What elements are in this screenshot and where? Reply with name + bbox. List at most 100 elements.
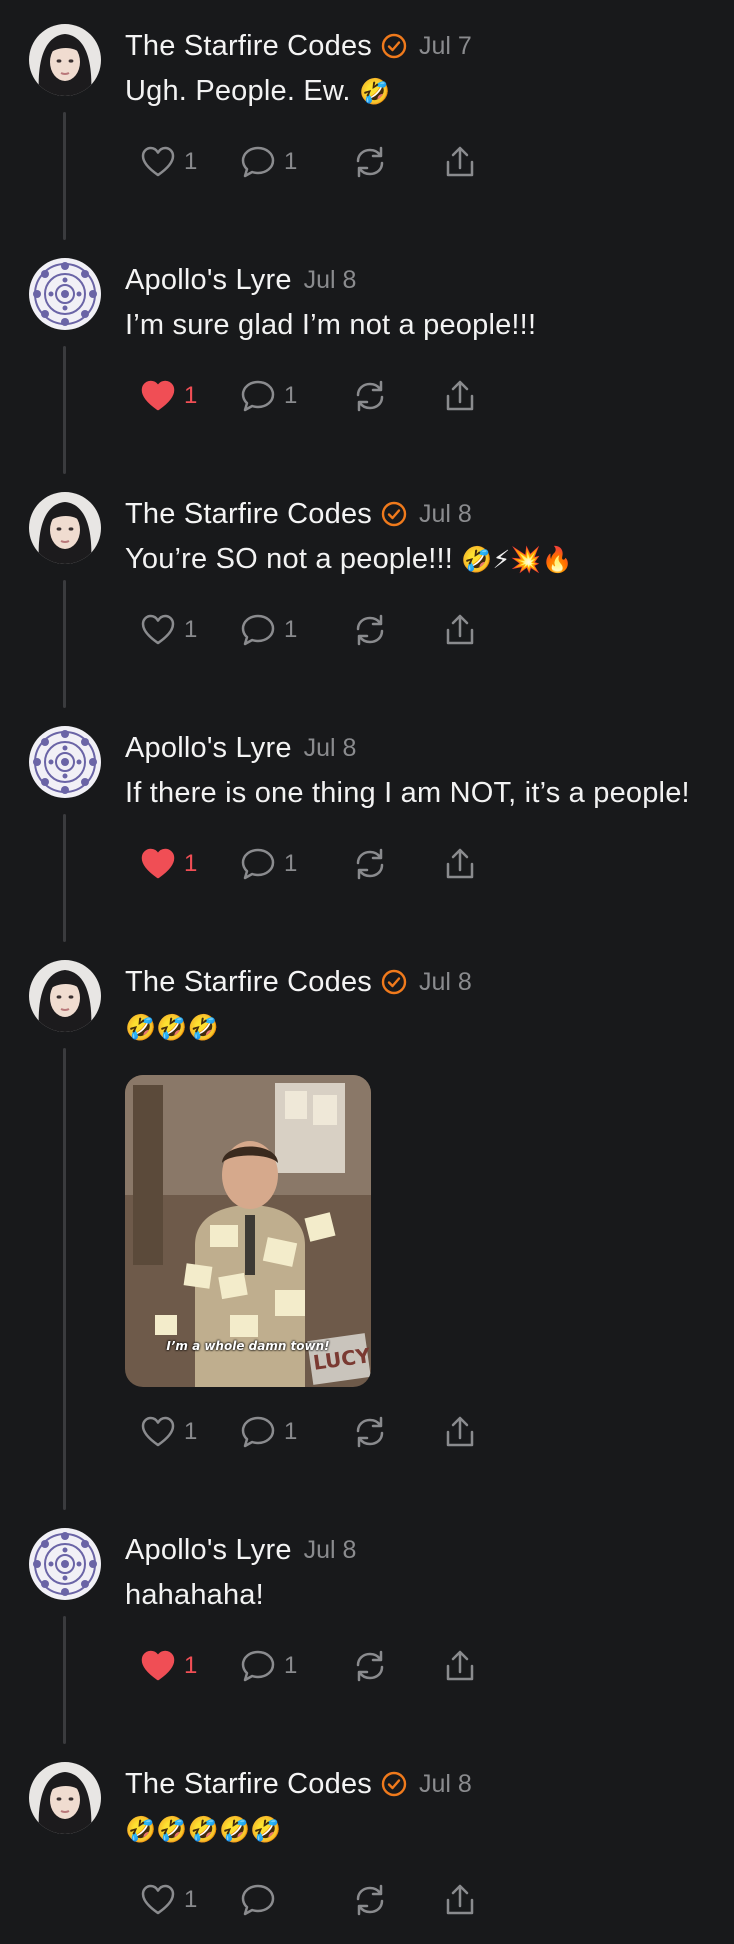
- repost-button[interactable]: [352, 1880, 442, 1920]
- repost-icon: [356, 1650, 384, 1682]
- author-name[interactable]: The Starfire Codes: [125, 498, 372, 531]
- like-count: 1: [184, 1886, 198, 1913]
- repost-icon: [356, 380, 384, 412]
- avatar[interactable]: [29, 492, 101, 564]
- avatar[interactable]: [29, 1528, 101, 1600]
- post-text-content: You’re SO not a people!!!: [125, 543, 453, 575]
- post-header: The Starfire Codes Jul 8: [125, 962, 472, 1002]
- reply-button[interactable]: 1: [240, 142, 352, 182]
- post-actions: 1 1: [140, 1646, 478, 1686]
- share-button[interactable]: [442, 142, 478, 182]
- post-date[interactable]: Jul 8: [419, 1770, 472, 1799]
- post-date[interactable]: Jul 8: [304, 734, 357, 763]
- post-date[interactable]: Jul 8: [304, 266, 357, 295]
- share-upload-icon: [446, 380, 474, 411]
- post-header: Apollo's Lyre Jul 8: [125, 1530, 356, 1570]
- like-button[interactable]: 1: [140, 610, 240, 650]
- reply-count: 1: [284, 1652, 298, 1679]
- share-button[interactable]: [442, 1412, 478, 1452]
- heart-outline-icon: [141, 1416, 175, 1447]
- repost-button[interactable]: [352, 844, 442, 884]
- heart-outline-icon: [141, 1884, 175, 1915]
- like-button[interactable]: 1: [140, 376, 240, 416]
- post-header: The Starfire Codes Jul 8: [125, 1764, 472, 1804]
- post-header: The Starfire Codes Jul 8: [125, 494, 472, 534]
- share-button[interactable]: [442, 1646, 478, 1686]
- post-text: You’re SO not a people!!! 🤣⚡💥🔥: [125, 543, 573, 576]
- post-emoji: 🤣⚡💥🔥: [461, 545, 574, 574]
- heart-filled-icon: [141, 1650, 175, 1681]
- gif-attachment[interactable]: I’m a whole damn town! LUCY: [125, 1075, 371, 1387]
- post-emoji: 🤣🤣🤣🤣🤣: [125, 1815, 282, 1844]
- like-count: 1: [184, 850, 198, 877]
- repost-button[interactable]: [352, 1412, 442, 1452]
- repost-button[interactable]: [352, 142, 442, 182]
- author-name[interactable]: Apollo's Lyre: [125, 1534, 292, 1567]
- repost-button[interactable]: [352, 610, 442, 650]
- post-text: hahahaha!: [125, 1579, 264, 1612]
- reply-button[interactable]: 1: [240, 1412, 352, 1452]
- like-button[interactable]: 1: [140, 1412, 240, 1452]
- post-date[interactable]: Jul 7: [419, 32, 472, 61]
- thread-line: [63, 814, 66, 942]
- reply-button[interactable]: 1: [240, 376, 352, 416]
- thread-line: [63, 580, 66, 708]
- repost-icon: [356, 146, 384, 178]
- like-count: 1: [184, 148, 198, 175]
- share-button[interactable]: [442, 376, 478, 416]
- reply-button[interactable]: 1: [240, 844, 352, 884]
- verified-badge-icon: [381, 969, 407, 995]
- author-name[interactable]: Apollo's Lyre: [125, 732, 292, 765]
- reply-count: 1: [284, 148, 298, 175]
- post-date[interactable]: Jul 8: [419, 500, 472, 529]
- post-actions: 1: [140, 1880, 478, 1920]
- heart-filled-icon: [141, 380, 175, 411]
- avatar[interactable]: [29, 1762, 101, 1834]
- reply-button[interactable]: 1: [240, 610, 352, 650]
- verified-badge-icon: [381, 501, 407, 527]
- reply-count: 1: [284, 382, 298, 409]
- avatar[interactable]: [29, 258, 101, 330]
- like-button[interactable]: 1: [140, 142, 240, 182]
- share-button[interactable]: [442, 610, 478, 650]
- share-button[interactable]: [442, 1880, 478, 1920]
- heart-filled-icon: [141, 848, 175, 879]
- post-text: Ugh. People. Ew. 🤣: [125, 75, 390, 108]
- post-text-content: I’m sure glad I’m not a people!!!: [125, 309, 537, 341]
- author-name[interactable]: The Starfire Codes: [125, 30, 372, 63]
- reply-button[interactable]: [240, 1880, 352, 1920]
- verified-badge-icon: [381, 33, 407, 59]
- post-emoji: 🤣🤣🤣: [125, 1013, 219, 1042]
- speech-bubble-icon: [241, 1650, 275, 1682]
- like-button[interactable]: 1: [140, 1880, 240, 1920]
- post-text: If there is one thing I am NOT, it’s a p…: [125, 777, 690, 810]
- share-upload-icon: [446, 614, 474, 645]
- author-name[interactable]: The Starfire Codes: [125, 1768, 372, 1801]
- like-count: 1: [184, 382, 198, 409]
- like-button[interactable]: 1: [140, 1646, 240, 1686]
- post-actions: 1 1: [140, 610, 478, 650]
- speech-bubble-icon: [241, 1884, 275, 1916]
- post-actions: 1 1: [140, 1412, 478, 1452]
- avatar[interactable]: [29, 24, 101, 96]
- repost-button[interactable]: [352, 1646, 442, 1686]
- repost-icon: [356, 1416, 384, 1448]
- repost-icon: [356, 1884, 384, 1916]
- repost-icon: [356, 848, 384, 880]
- avatar[interactable]: [29, 726, 101, 798]
- thread-line: [63, 1616, 66, 1744]
- speech-bubble-icon: [241, 380, 275, 412]
- author-name[interactable]: Apollo's Lyre: [125, 264, 292, 297]
- post-text: 🤣🤣🤣: [125, 1011, 219, 1044]
- avatar[interactable]: [29, 960, 101, 1032]
- post-text-content: hahahaha!: [125, 1579, 264, 1611]
- post-actions: 1 1: [140, 376, 478, 416]
- post-date[interactable]: Jul 8: [304, 1536, 357, 1565]
- author-name[interactable]: The Starfire Codes: [125, 966, 372, 999]
- reply-button[interactable]: 1: [240, 1646, 352, 1686]
- like-count: 1: [184, 616, 198, 643]
- like-button[interactable]: 1: [140, 844, 240, 884]
- post-date[interactable]: Jul 8: [419, 968, 472, 997]
- repost-button[interactable]: [352, 376, 442, 416]
- share-button[interactable]: [442, 844, 478, 884]
